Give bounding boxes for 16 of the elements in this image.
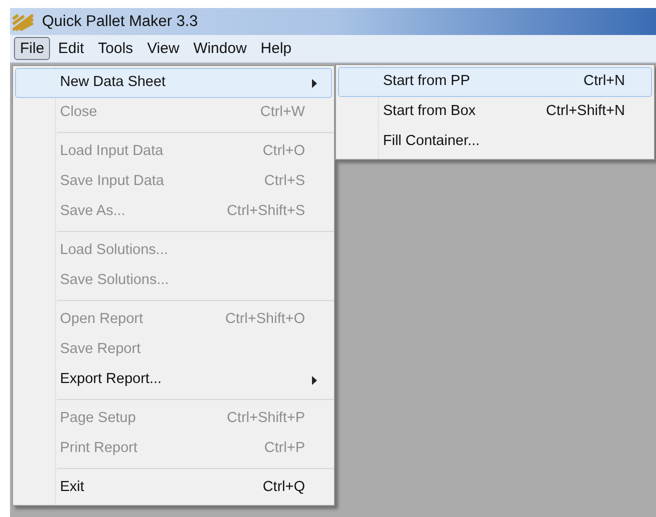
menu-item[interactable]: Start from Box Ctrl+Shift+N — [338, 97, 652, 127]
menu-item[interactable]: Start from PP Ctrl+N — [338, 67, 652, 97]
menu-bar-item[interactable]: Window — [187, 37, 253, 60]
pallet-logo-icon — [12, 12, 34, 30]
menu-bar-item[interactable]: File — [14, 37, 50, 60]
menu-item[interactable]: New Data Sheet — [15, 68, 332, 98]
menu-bar-item[interactable]: Tools — [92, 37, 140, 60]
submenu-arrow-icon — [312, 79, 317, 88]
menu-bar-item[interactable]: View — [141, 37, 186, 60]
menu-item[interactable]: Fill Container... — [338, 127, 652, 157]
window-title: Quick Pallet Maker 3.3 — [42, 12, 198, 32]
menu-bar-item[interactable]: Edit — [52, 37, 90, 60]
submenu-arrow-icon — [312, 376, 317, 385]
menu-bar-item[interactable]: Help — [254, 37, 298, 60]
menu-item[interactable]: Exit Ctrl+Q — [15, 473, 332, 503]
menu-item[interactable]: Export Report... — [15, 365, 332, 395]
